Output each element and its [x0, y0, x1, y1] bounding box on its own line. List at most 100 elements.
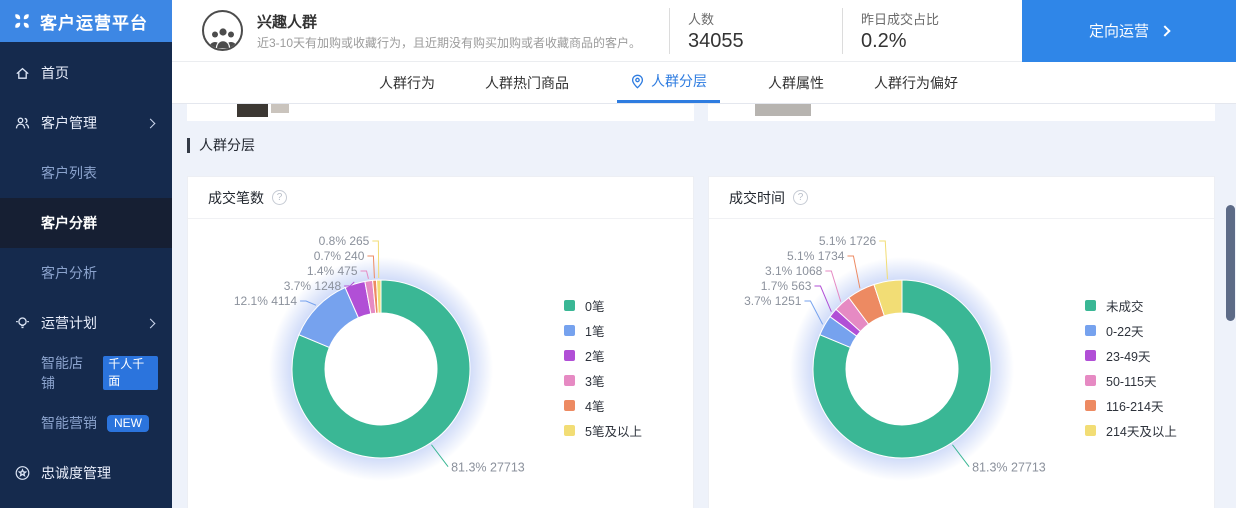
- legend-item[interactable]: 3笔: [564, 368, 642, 393]
- audience-group-icon: [202, 10, 243, 51]
- chevron-right-icon: [1159, 25, 1170, 36]
- group-header: 兴趣人群 近3-10天有加购或收藏行为，且近期没有购买加购或者收藏商品的客户。 …: [172, 0, 1236, 62]
- tab-label: 人群行为: [379, 73, 435, 93]
- group-description: 近3-10天有加购或收藏行为，且近期没有购买加购或者收藏商品的客户。: [257, 35, 669, 51]
- donut-chart-deal-time: 5.1% 17265.1% 17343.1% 10681.7% 5633.7% …: [709, 219, 1214, 508]
- sidebar-item-customer-analysis[interactable]: 客户分析: [0, 248, 172, 298]
- group-title: 兴趣人群: [257, 11, 669, 32]
- legend-label: 5笔及以上: [585, 421, 642, 440]
- legend-item[interactable]: 1笔: [564, 318, 642, 343]
- sidebar-item-smart-marketing[interactable]: 智能营销 NEW: [0, 398, 172, 448]
- deal-count-chart-card: 成交笔数 ? 0.8% 2650.7% 2401.4% 4753.7% 1248…: [187, 176, 694, 508]
- app-logo[interactable]: 客户运营平台: [0, 0, 172, 42]
- pie-callout-label: 5.1% 1734: [787, 249, 845, 263]
- legend-item[interactable]: 214天及以上: [1085, 418, 1177, 443]
- pie-callout-label: 0.7% 240: [314, 249, 365, 263]
- chevron-right-icon: [146, 318, 156, 328]
- tab-group-hot-products[interactable]: 人群热门商品: [483, 62, 571, 103]
- legend-swatch: [1085, 300, 1096, 311]
- section-title-text: 人群分层: [199, 135, 255, 155]
- star-circle-icon: [14, 465, 32, 481]
- sidebar-item-label: 客户列表: [41, 163, 97, 183]
- help-icon[interactable]: ?: [793, 190, 808, 205]
- pie-callout-label: 3.1% 1068: [765, 264, 823, 278]
- pie-callout-label: 12.1% 4114: [234, 294, 297, 308]
- pie-callout-label: 3.7% 1251: [744, 294, 802, 308]
- chevron-right-icon: [146, 118, 156, 128]
- legend-label: 50-115天: [1106, 371, 1157, 390]
- legend-swatch: [1085, 350, 1096, 361]
- chart-legend: 0笔 1笔 2笔 3笔 4笔 5笔及以上: [564, 293, 642, 443]
- legend-label: 23-49天: [1106, 346, 1150, 365]
- stat-deal-ratio: 昨日成交占比 0.2%: [842, 8, 1012, 54]
- tab-group-attributes[interactable]: 人群属性: [766, 62, 826, 103]
- legend-swatch: [1085, 325, 1096, 336]
- product-image-partial: [237, 104, 268, 117]
- tab-group-stratification[interactable]: 人群分层: [617, 62, 720, 103]
- legend-label: 116-214天: [1106, 396, 1163, 415]
- vertical-scrollbar-thumb[interactable]: [1226, 205, 1235, 321]
- sidebar-item-label: 忠诚度管理: [41, 463, 111, 483]
- sidebar-item-label: 客户管理: [41, 113, 97, 133]
- tab-label: 人群热门商品: [485, 73, 569, 93]
- sidebar-item-smart-store[interactable]: 智能店铺 千人千面: [0, 348, 172, 398]
- stat-label: 人数: [688, 9, 842, 28]
- sidebar-nav: 首页 客户管理 客户列表 客户分群 客户分析: [0, 42, 172, 498]
- home-icon: [14, 65, 32, 81]
- sidebar-item-customer-segment[interactable]: 客户分群: [0, 198, 172, 248]
- sidebar-item-customer-management[interactable]: 客户管理: [0, 98, 172, 148]
- pie-callout-label: 3.7% 1248: [284, 279, 342, 293]
- card-title: 成交笔数: [208, 188, 264, 208]
- main-area: 兴趣人群 近3-10天有加购或收藏行为，且近期没有购买加购或者收藏商品的客户。 …: [172, 0, 1236, 508]
- pie-callout-label: 81.3% 27713: [451, 461, 525, 475]
- stat-value: 34055: [688, 30, 842, 53]
- pinwheel-logo-icon: [11, 10, 33, 32]
- tab-group-behavior[interactable]: 人群行为: [377, 62, 437, 103]
- pie-callout-label: 1.4% 475: [307, 264, 358, 278]
- sidebar-item-label: 智能营销: [41, 413, 97, 433]
- sidebar-item-home[interactable]: 首页: [0, 48, 172, 98]
- section-title-bar: [187, 138, 190, 153]
- legend-swatch: [564, 325, 575, 336]
- legend-swatch: [564, 350, 575, 361]
- legend-item[interactable]: 0-22天: [1085, 318, 1177, 343]
- legend-item[interactable]: 23-49天: [1085, 343, 1177, 368]
- new-badge: NEW: [107, 415, 149, 432]
- sidebar-item-label: 运营计划: [41, 313, 97, 333]
- legend-swatch: [564, 400, 575, 411]
- help-icon[interactable]: ?: [272, 190, 287, 205]
- legend-item[interactable]: 2笔: [564, 343, 642, 368]
- sidebar-item-label: 首页: [41, 63, 69, 83]
- sidebar-item-label: 客户分群: [41, 213, 97, 233]
- tab-label: 人群行为偏好: [874, 73, 958, 93]
- targeted-operation-button[interactable]: 定向运营: [1022, 0, 1236, 62]
- legend-item[interactable]: 未成交: [1085, 293, 1177, 318]
- tab-group-behavior-preference[interactable]: 人群行为偏好: [872, 62, 960, 103]
- tab-label: 人群分层: [651, 71, 707, 91]
- card-title: 成交时间: [729, 188, 785, 208]
- sidebar-item-operation-plan[interactable]: 运营计划: [0, 298, 172, 348]
- section-title: 人群分层: [187, 135, 255, 155]
- legend-swatch: [564, 375, 575, 386]
- stat-value: 0.2%: [861, 30, 1012, 53]
- legend-item[interactable]: 4笔: [564, 393, 642, 418]
- deal-time-chart-card: 成交时间 ? 5.1% 17265.1% 17343.1% 10681.7% 5…: [708, 176, 1215, 508]
- legend-label: 4笔: [585, 396, 604, 415]
- legend-item[interactable]: 5笔及以上: [564, 418, 642, 443]
- legend-label: 214天及以上: [1106, 421, 1177, 440]
- chart-legend: 未成交 0-22天 23-49天 50-115天 116-214天 214天及以…: [1085, 293, 1177, 443]
- app-window: 客户运营平台 首页 客户管理 客户列表: [0, 0, 1236, 508]
- tab-bar: 人群行为 人群热门商品 人群分层 人群属性 人群行为偏好: [172, 62, 1236, 104]
- legend-item[interactable]: 0笔: [564, 293, 642, 318]
- legend-swatch: [1085, 375, 1096, 386]
- users-icon: [14, 115, 32, 131]
- content-area: 人群分层 成交笔数 ? 0.8% 2650.7% 2401.4% 4753.7%…: [172, 104, 1236, 508]
- sidebar-item-customer-list[interactable]: 客户列表: [0, 148, 172, 198]
- app-logo-text: 客户运营平台: [40, 9, 148, 34]
- sidebar-item-loyalty-management[interactable]: 忠诚度管理: [0, 448, 172, 498]
- legend-item[interactable]: 50-115天: [1085, 368, 1177, 393]
- legend-swatch: [564, 425, 575, 436]
- legend-item[interactable]: 116-214天: [1085, 393, 1177, 418]
- stat-people-count: 人数 34055: [669, 8, 842, 54]
- sidebar-item-label: 客户分析: [41, 263, 97, 283]
